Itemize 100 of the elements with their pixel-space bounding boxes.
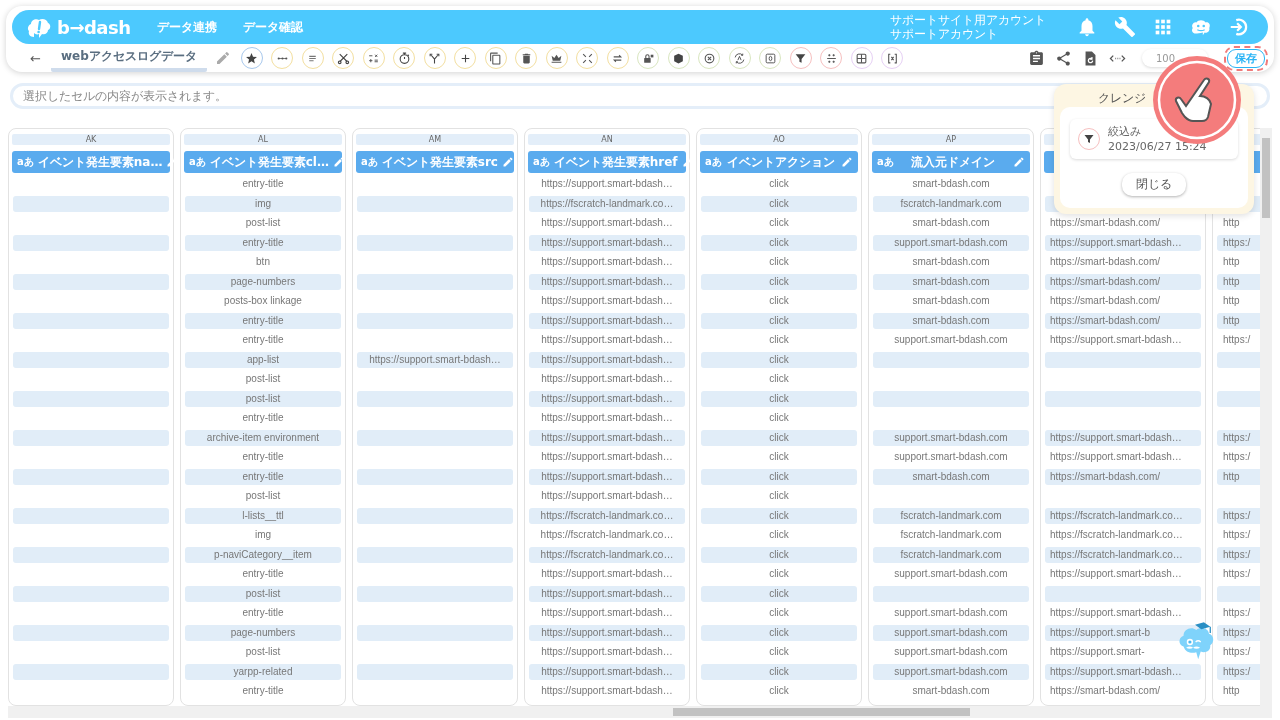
table-cell[interactable]: https://smart-bdash.com/ [1045, 293, 1201, 309]
table-cell[interactable]: https://support.smart-bdash… [529, 234, 685, 251]
star-tool-button[interactable] [240, 47, 263, 69]
table-cell[interactable]: page-numbers [185, 624, 341, 641]
empty-cell[interactable] [1217, 585, 1260, 602]
table-cell[interactable]: https:/ [1217, 234, 1260, 251]
plus-tool-button[interactable] [454, 47, 477, 69]
table-cell[interactable]: click [701, 195, 857, 212]
empty-cell[interactable] [873, 351, 1029, 368]
calc-tool-button[interactable] [362, 47, 385, 69]
table-cell[interactable]: post-list [185, 585, 341, 602]
empty-cell[interactable] [13, 312, 169, 329]
table-cell[interactable]: https://smart-bdash.com/ [1045, 273, 1201, 290]
table-cell[interactable]: click [701, 254, 857, 270]
lock-tool-button[interactable] [637, 47, 660, 69]
empty-cell[interactable] [13, 507, 169, 524]
table-cell[interactable]: fscratch-landmark.com [873, 507, 1029, 524]
table-cell[interactable]: click [701, 293, 857, 309]
empty-cell[interactable] [357, 312, 513, 329]
zoom-field[interactable]: 100 [1142, 49, 1208, 67]
table-cell[interactable]: https:/ [1217, 332, 1260, 348]
copy-tool-button[interactable] [484, 47, 507, 69]
column-header[interactable]: aあ イベント発生要素cl… [184, 151, 342, 173]
table-cell[interactable]: support.smart-bdash.com [873, 429, 1029, 446]
table-cell[interactable]: https://support.smart-bdash… [529, 332, 685, 348]
table-cell[interactable]: smart-bdash.com [873, 312, 1029, 329]
table-cell[interactable]: click [701, 390, 857, 407]
table-cell[interactable]: smart-bdash.com [873, 176, 1029, 192]
table-cell[interactable]: https:/ [1217, 429, 1260, 446]
table-cell[interactable]: click [701, 234, 857, 251]
empty-cell[interactable] [1045, 351, 1201, 368]
table-cell[interactable]: fscratch-landmark.com [873, 195, 1029, 212]
empty-cell[interactable] [357, 468, 513, 485]
table-cell[interactable]: https://support.smart-bdash… [529, 312, 685, 329]
empty-cell[interactable] [357, 234, 513, 251]
table-cell[interactable]: https:/ [1217, 663, 1260, 680]
table-cell[interactable]: https://support.smart-bdash… [529, 273, 685, 290]
table-cell[interactable]: http [1217, 468, 1260, 485]
table-cell[interactable]: click [701, 312, 857, 329]
table-cell[interactable]: https://fscratch-landmark.co… [529, 507, 685, 524]
empty-cell[interactable] [13, 429, 169, 446]
table-cell[interactable]: https://fscratch-landmark.co… [1045, 546, 1201, 563]
table-cell[interactable]: img [185, 527, 341, 543]
fork-tool-button[interactable] [423, 47, 446, 69]
table-cell[interactable]: click [701, 449, 857, 465]
table-cell[interactable]: https://fscratch-landmark.co… [1045, 507, 1201, 524]
table-cell[interactable]: https://support.smart-bdash… [529, 176, 685, 192]
table-cell[interactable]: entry-title [185, 468, 341, 485]
column-header[interactable]: aあ 流入元ドメイン [872, 151, 1030, 173]
table-cell[interactable]: https://support.smart-bdash… [1045, 429, 1201, 446]
table-cell[interactable]: entry-title [185, 683, 341, 699]
table-cell[interactable]: https://smart-bdash.com/ [1045, 683, 1201, 699]
table-cell[interactable]: archive-item environment [185, 429, 341, 446]
empty-cell[interactable] [13, 390, 169, 407]
column-header[interactable]: aあ イベント発生要素src [356, 151, 514, 173]
table-cell[interactable]: entry-title [185, 176, 341, 192]
table-cell[interactable]: click [701, 644, 857, 660]
table-cell[interactable]: https://fscratch-landmark.co… [529, 546, 685, 563]
table-cell[interactable]: click [701, 488, 857, 504]
bracket-tool-button[interactable] [881, 47, 904, 69]
table-cell[interactable]: click [701, 663, 857, 680]
table-cell[interactable]: https://smart-bdash.com/ [1045, 468, 1201, 485]
table-cell[interactable]: posts-box linkage [185, 293, 341, 309]
table-cell[interactable]: click [701, 371, 857, 387]
table-cell[interactable]: entry-title [185, 449, 341, 465]
horizontal-scrollbar[interactable] [8, 706, 1272, 718]
empty-cell[interactable] [357, 546, 513, 563]
empty-cell[interactable] [13, 624, 169, 641]
table-cell[interactable]: img [185, 195, 341, 212]
table-cell[interactable]: http [1217, 254, 1260, 270]
table-cell[interactable]: entry-title [185, 410, 341, 426]
table-cell[interactable]: https:/ [1217, 546, 1260, 563]
empty-cell[interactable] [13, 351, 169, 368]
table-cell[interactable]: https:/ [1217, 605, 1260, 621]
column-letter[interactable]: AO [700, 134, 858, 145]
table-cell[interactable]: post-list [185, 371, 341, 387]
table-cell[interactable]: https:/ [1217, 644, 1260, 660]
empty-cell[interactable] [13, 468, 169, 485]
empty-cell[interactable] [357, 273, 513, 290]
table-cell[interactable]: https://support.smart-bdash… [529, 585, 685, 602]
table-cell[interactable]: http [1217, 215, 1260, 231]
table-cell[interactable]: https://support.smart-bdash… [1045, 449, 1201, 465]
table-cell[interactable]: https://support.smart-bdash… [529, 410, 685, 426]
table-cell[interactable]: post-list [185, 215, 341, 231]
empty-cell[interactable] [873, 585, 1029, 602]
table-cell[interactable]: https://fscratch-landmark.co… [529, 527, 685, 543]
table-cell[interactable]: https://smart-bdash.com/ [1045, 312, 1201, 329]
table-cell[interactable]: https:/ [1217, 527, 1260, 543]
table-cell[interactable]: https://support.smart-bdash… [529, 371, 685, 387]
empty-cell[interactable] [357, 624, 513, 641]
close-button[interactable]: 閉じる [1122, 173, 1186, 196]
table-cell[interactable]: https://support.smart-bdash… [529, 429, 685, 446]
split-tool-button[interactable] [820, 47, 843, 69]
box-tool-button[interactable] [667, 47, 690, 69]
table-cell[interactable]: https:/ [1217, 624, 1260, 641]
table-cell[interactable]: https://support.smart-bdash… [529, 390, 685, 407]
table-cell[interactable]: support.smart-bdash.com [873, 663, 1029, 680]
table-cell[interactable]: support.smart-bdash.com [873, 332, 1029, 348]
dots-tool-button[interactable] [271, 47, 294, 69]
replace-tool-button[interactable] [728, 47, 751, 69]
